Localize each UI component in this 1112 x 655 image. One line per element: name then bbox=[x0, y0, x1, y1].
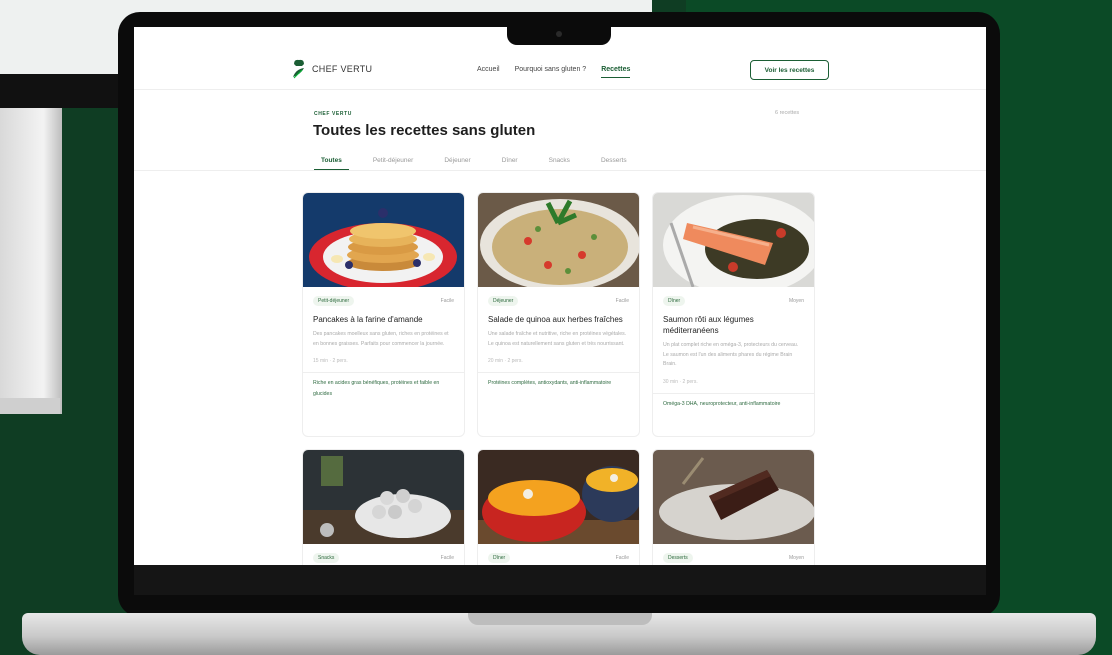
category-badge: Déjeuner bbox=[488, 296, 519, 306]
laptop-base-groove bbox=[468, 613, 652, 625]
recipe-title: Salade de quinoa aux herbes fraîches bbox=[488, 315, 623, 324]
tab-snacks[interactable]: Snacks bbox=[542, 155, 577, 170]
recipe-count: 6 recettes bbox=[775, 110, 800, 116]
recipe-benefit: Protéines complètes, antioxydants, anti-… bbox=[488, 380, 612, 386]
nav-link-pourquoi[interactable]: Pourquoi sans gluten ? bbox=[515, 66, 587, 78]
category-badge: Dîner bbox=[488, 553, 511, 563]
tab-toutes[interactable]: Toutes bbox=[314, 155, 349, 170]
category-badge: Dîner bbox=[663, 296, 686, 306]
difficulty-label: Moyen bbox=[788, 555, 804, 561]
tab-desserts[interactable]: Desserts bbox=[594, 155, 634, 170]
recipe-image-quinoa bbox=[478, 193, 639, 287]
laptop-chin bbox=[134, 565, 986, 595]
recipe-card[interactable]: Dîner Moyen Saumon rôti aux légumes médi… bbox=[652, 192, 815, 437]
recipe-card[interactable]: Déjeuner Facile Salade de quinoa aux her… bbox=[477, 192, 640, 437]
difficulty-label: Facile bbox=[615, 555, 629, 561]
monitor-stand bbox=[0, 398, 60, 414]
brand-name: CHEF VERTU bbox=[312, 64, 373, 74]
tab-diner[interactable]: Dîner bbox=[495, 155, 525, 170]
recipe-card[interactable]: Desserts Moyen bbox=[652, 449, 815, 565]
recipe-card[interactable]: Dîner Facile bbox=[477, 449, 640, 565]
nav-link-accueil[interactable]: Accueil bbox=[477, 66, 500, 78]
recipe-benefit: Riche en acides gras bénéfiques, protéin… bbox=[313, 380, 440, 397]
recipe-description: Un plat complet riche en oméga-3, protec… bbox=[663, 342, 799, 367]
recipe-time: 20 min · 2 pers. bbox=[488, 358, 523, 364]
page-kicker: CHEF VERTU bbox=[314, 111, 352, 117]
category-badge: Petit-déjeuner bbox=[313, 296, 355, 306]
category-tabs: Toutes Petit-déjeuner Déjeuner Dîner Sna… bbox=[314, 155, 986, 171]
nav-link-recettes[interactable]: Recettes bbox=[601, 66, 631, 78]
page-title: Toutes les recettes sans gluten bbox=[313, 122, 536, 139]
recipe-time: 30 min · 2 pers. bbox=[663, 378, 698, 385]
see-recipes-button[interactable]: Voir les recettes bbox=[750, 60, 829, 80]
recipe-description: Une salade fraîche et nutritive, riche e… bbox=[488, 331, 627, 347]
recipe-card[interactable]: Snacks Facile bbox=[302, 449, 465, 565]
main-nav: Accueil Pourquoi sans gluten ? Recettes bbox=[477, 66, 645, 78]
difficulty-label: Facile bbox=[440, 298, 454, 304]
category-badge: Snacks bbox=[313, 553, 340, 563]
recipe-description: Des pancakes moelleux sans gluten, riche… bbox=[313, 331, 449, 347]
recipe-card[interactable]: Petit-déjeuner Facile Pancakes à la fari… bbox=[302, 192, 465, 437]
recipe-time: 15 min · 2 pers. bbox=[313, 358, 348, 364]
monitor-bezel bbox=[0, 74, 118, 108]
recipe-image-snack-balls bbox=[303, 450, 464, 544]
tab-dejeuner[interactable]: Déjeuner bbox=[437, 155, 477, 170]
camera-icon bbox=[556, 31, 562, 37]
recipe-image-chocolate-cake bbox=[653, 450, 814, 544]
recipe-title: Pancakes à la farine d'amande bbox=[313, 315, 423, 324]
recipe-title: Saumon rôti aux légumes méditerranéens bbox=[663, 315, 754, 335]
laptop-screen: CHEF VERTU Accueil Pourquoi sans gluten … bbox=[134, 27, 986, 565]
difficulty-label: Facile bbox=[615, 298, 629, 304]
recipe-image-salmon bbox=[653, 193, 814, 287]
category-badge: Desserts bbox=[663, 553, 693, 563]
tab-petit-dejeuner[interactable]: Petit-déjeuner bbox=[366, 155, 420, 170]
recipe-image-soup bbox=[478, 450, 639, 544]
difficulty-label: Moyen bbox=[788, 298, 804, 304]
tabs-divider bbox=[134, 170, 986, 171]
recipe-benefit: Oméga-3 DHA, neuroprotecteur, anti-infla… bbox=[663, 400, 781, 407]
monitor-side bbox=[0, 108, 62, 414]
chef-hat-leaf-icon bbox=[293, 59, 304, 79]
difficulty-label: Facile bbox=[440, 555, 454, 561]
recipe-image-pancakes bbox=[303, 193, 464, 287]
brand-logo[interactable]: CHEF VERTU bbox=[290, 57, 372, 81]
